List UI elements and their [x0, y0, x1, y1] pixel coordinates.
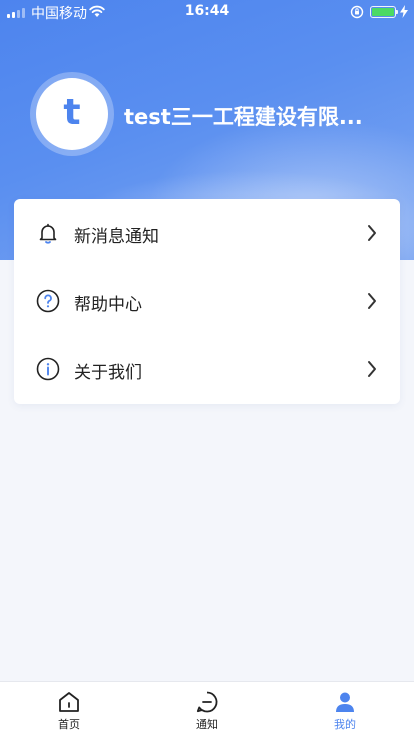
menu-item-notifications[interactable]: 新消息通知: [14, 199, 400, 267]
home-icon: [59, 692, 79, 712]
avatar[interactable]: t: [36, 78, 108, 150]
menu-item-label: 新消息通知: [74, 227, 159, 247]
bell-icon: [39, 223, 57, 244]
rotation-lock-icon: [350, 5, 364, 19]
chevron-right-icon: [368, 225, 376, 241]
message-icon: [196, 691, 218, 713]
settings-menu-card: 新消息通知 帮助中心 关于我们: [14, 199, 400, 404]
tab-home[interactable]: 首页: [0, 682, 138, 736]
battery-icon: [370, 6, 398, 18]
company-name: test三一工程建设有限...: [124, 105, 363, 129]
info-circle-icon: [36, 357, 60, 381]
menu-item-about-us[interactable]: 关于我们: [14, 335, 400, 403]
tab-label: 首页: [58, 718, 80, 731]
help-circle-icon: [36, 289, 60, 313]
menu-item-label: 帮助中心: [74, 295, 142, 315]
chevron-right-icon: [368, 293, 376, 309]
tab-mine[interactable]: 我的: [276, 682, 414, 736]
menu-item-label: 关于我们: [74, 363, 142, 383]
tab-notifications[interactable]: 通知: [138, 682, 276, 736]
tab-label: 我的: [334, 718, 356, 731]
charging-bolt-icon: [400, 5, 408, 18]
status-bar: 中国移动 16:44: [0, 0, 414, 24]
tab-label: 通知: [196, 718, 218, 731]
menu-item-help-center[interactable]: 帮助中心: [14, 267, 400, 335]
bottom-tab-bar: 首页 通知 我的: [0, 681, 414, 736]
user-icon: [336, 692, 354, 712]
chevron-right-icon: [368, 361, 376, 377]
